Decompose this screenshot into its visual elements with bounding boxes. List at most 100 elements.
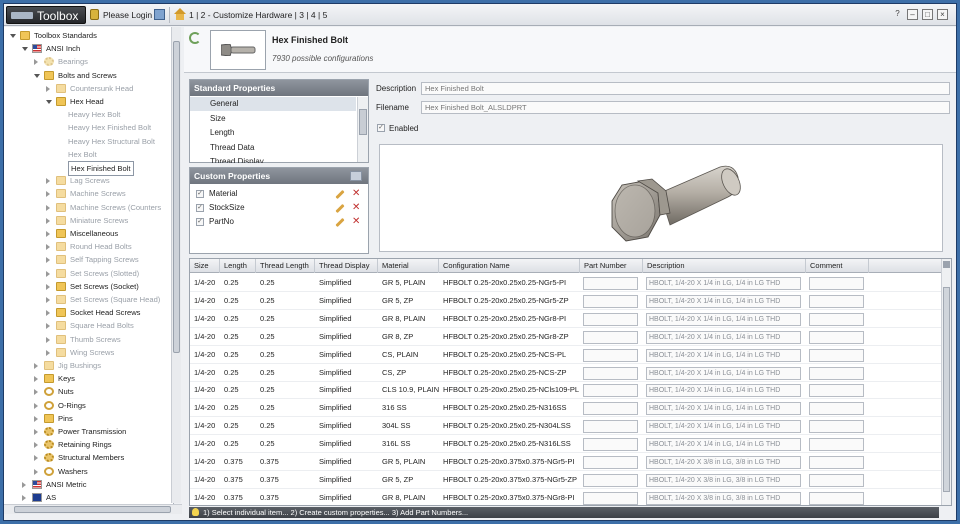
- custom-property-row[interactable]: ✓ StockSize ✕: [190, 201, 368, 215]
- expand-arrow-icon[interactable]: [34, 402, 38, 409]
- expand-arrow-icon[interactable]: [46, 283, 50, 290]
- column-header[interactable]: Comment: [806, 259, 869, 273]
- table-row[interactable]: 1/4-20 0.375 0.375 Simplified GR 5, ZP HFBOLT…: [190, 471, 951, 489]
- description-cell-field[interactable]: HBOLT, 1/4-20 X 1/4 in LG, 1/4 in LG THD: [646, 384, 801, 398]
- part-number-field[interactable]: [583, 384, 638, 398]
- description-cell-field[interactable]: HBOLT, 1/4-20 X 1/4 in LG, 1/4 in LG THD: [646, 294, 801, 308]
- standard-property-item[interactable]: General: [190, 97, 356, 111]
- expand-arrow-icon[interactable]: [46, 297, 50, 303]
- table-row[interactable]: 1/4-20 0.25 0.25 Simplified CS, ZP HFBOLT 0.2…: [190, 364, 951, 382]
- comment-field[interactable]: [809, 438, 864, 452]
- delete-icon[interactable]: ✕: [352, 217, 362, 227]
- table-row[interactable]: 1/4-20 0.25 0.25 Simplified 304L SS HFBOLT 0.…: [190, 417, 951, 436]
- delete-icon[interactable]: ✕: [352, 189, 362, 199]
- expand-arrow-icon[interactable]: [46, 323, 50, 330]
- home-icon[interactable]: [174, 8, 186, 20]
- table-row[interactable]: 1/4-20 0.25 0.25 Simplified GR 5, ZP HFBOLT 0…: [190, 292, 951, 310]
- part-number-field[interactable]: [583, 438, 638, 452]
- description-cell-field[interactable]: HBOLT, 1/4-20 X 3/8 in LG, 3/8 in LG THD: [646, 491, 801, 505]
- part-number-field[interactable]: [583, 294, 638, 308]
- custom-property-row[interactable]: ✓ PartNo ✕: [190, 215, 368, 229]
- expand-arrow-icon[interactable]: [46, 217, 50, 224]
- tree-item[interactable]: Set Screws (Slotted): [4, 267, 170, 280]
- comment-field[interactable]: [809, 312, 864, 326]
- comment-field[interactable]: [809, 366, 864, 380]
- collapse-arrow-icon[interactable]: [22, 47, 28, 52]
- tree-item[interactable]: Washers: [4, 465, 170, 478]
- description-cell-field[interactable]: HBOLT, 1/4-20 X 1/4 in LG, 1/4 in LG THD: [646, 348, 801, 362]
- tree-item[interactable]: Nuts: [4, 385, 170, 398]
- tree-item[interactable]: Heavy Hex Bolt: [4, 108, 170, 121]
- expand-arrow-icon[interactable]: [46, 336, 50, 343]
- column-header[interactable]: Length: [220, 259, 256, 273]
- expand-arrow-icon[interactable]: [34, 429, 38, 435]
- description-cell-field[interactable]: HBOLT, 1/4-20 X 3/8 in LG, 3/8 in LG THD: [646, 473, 801, 487]
- expand-arrow-icon[interactable]: [34, 363, 38, 369]
- save-icon[interactable]: [154, 9, 165, 20]
- collapse-arrow-icon[interactable]: [46, 100, 52, 104]
- tree-item[interactable]: Lag Screws: [4, 174, 170, 187]
- tree-item[interactable]: Hex Finished Bolt: [4, 161, 170, 176]
- enabled-checkbox[interactable]: ✓: [377, 124, 385, 132]
- tree-item[interactable]: Hex Bolt: [4, 148, 170, 161]
- tree-item[interactable]: Bearings: [4, 55, 170, 68]
- expand-arrow-icon[interactable]: [34, 468, 38, 475]
- description-cell-field[interactable]: HBOLT, 1/4-20 X 1/4 in LG, 1/4 in LG THD: [646, 330, 801, 344]
- edit-pencil-icon[interactable]: [335, 203, 345, 214]
- collapse-arrow-icon[interactable]: [10, 34, 16, 38]
- comment-field[interactable]: [809, 384, 864, 398]
- description-cell-field[interactable]: HBOLT, 1/4-20 X 1/4 in LG, 1/4 in LG THD: [646, 366, 801, 380]
- part-number-field[interactable]: [583, 366, 638, 380]
- comment-field[interactable]: [809, 294, 864, 308]
- expand-arrow-icon[interactable]: [46, 310, 50, 317]
- add-property-icon[interactable]: [350, 171, 362, 181]
- table-row[interactable]: 1/4-20 0.375 0.375 Simplified GR 8, PLAIN HFB…: [190, 489, 951, 505]
- step-1-link[interactable]: 1: [189, 10, 194, 20]
- part-number-field[interactable]: [583, 473, 638, 487]
- tree-item[interactable]: AS: [4, 491, 170, 504]
- description-cell-field[interactable]: HBOLT, 1/4-20 X 1/4 in LG, 1/4 in LG THD: [646, 438, 801, 452]
- tree-item[interactable]: ANSI Inch: [4, 42, 170, 55]
- expand-arrow-icon[interactable]: [46, 191, 50, 198]
- part-number-field[interactable]: [583, 312, 638, 326]
- column-header[interactable]: Part Number: [580, 259, 643, 273]
- table-row[interactable]: 1/4-20 0.25 0.25 Simplified 316L SS HFBOLT 0.…: [190, 435, 951, 454]
- comment-field[interactable]: [809, 473, 864, 487]
- expand-arrow-icon[interactable]: [46, 270, 50, 277]
- tree-item[interactable]: Miniature Screws: [4, 214, 170, 227]
- comment-field[interactable]: [809, 491, 864, 505]
- grid-scroll-thumb[interactable]: [943, 287, 950, 492]
- tree-item[interactable]: Self Tapping Screws: [4, 253, 170, 266]
- comment-field[interactable]: [809, 456, 864, 469]
- edit-pencil-icon[interactable]: [335, 217, 345, 228]
- minimize-button[interactable]: –: [907, 9, 918, 20]
- description-cell-field[interactable]: HBOLT, 1/4-20 X 1/4 in LG, 1/4 in LG THD: [646, 277, 801, 290]
- part-number-field[interactable]: [583, 402, 638, 416]
- standard-property-item[interactable]: Thread Display: [190, 155, 356, 163]
- column-header[interactable]: Material: [378, 259, 439, 273]
- tree-item[interactable]: Machine Screws (Counters: [4, 201, 170, 214]
- grid-menu-icon[interactable]: [943, 261, 950, 268]
- table-row[interactable]: 1/4-20 0.375 0.375 Simplified GR 5, PLAIN HFB…: [190, 453, 951, 471]
- tree-scroll-thumb[interactable]: [173, 41, 180, 353]
- description-cell-field[interactable]: HBOLT, 1/4-20 X 1/4 in LG, 1/4 in LG THD: [646, 402, 801, 416]
- tree-item[interactable]: Bolts and Screws: [4, 69, 170, 82]
- tree-item[interactable]: Socket Head Screws: [4, 306, 170, 319]
- column-header[interactable]: Description: [643, 259, 806, 273]
- delete-icon[interactable]: ✕: [352, 203, 362, 213]
- standard-properties-scrollbar[interactable]: [357, 97, 368, 162]
- filename-field[interactable]: Hex Finished Bolt_ALSLDPRT: [421, 101, 950, 114]
- expand-arrow-icon[interactable]: [46, 204, 50, 211]
- custom-property-checkbox[interactable]: ✓: [196, 218, 204, 226]
- part-number-field[interactable]: [583, 348, 638, 362]
- tree-item[interactable]: Heavy Hex Structural Bolt: [4, 135, 170, 148]
- expand-arrow-icon[interactable]: [34, 455, 38, 462]
- step-5-link[interactable]: 5: [323, 10, 328, 20]
- standard-property-item[interactable]: Size: [190, 112, 356, 126]
- collapse-arrow-icon[interactable]: [34, 73, 40, 78]
- maximize-button[interactable]: □: [922, 9, 933, 20]
- column-header[interactable]: Configuration Name: [439, 259, 580, 273]
- expand-arrow-icon[interactable]: [34, 59, 38, 66]
- tree-item[interactable]: Hex Head: [4, 95, 170, 108]
- column-header[interactable]: Size: [190, 259, 220, 273]
